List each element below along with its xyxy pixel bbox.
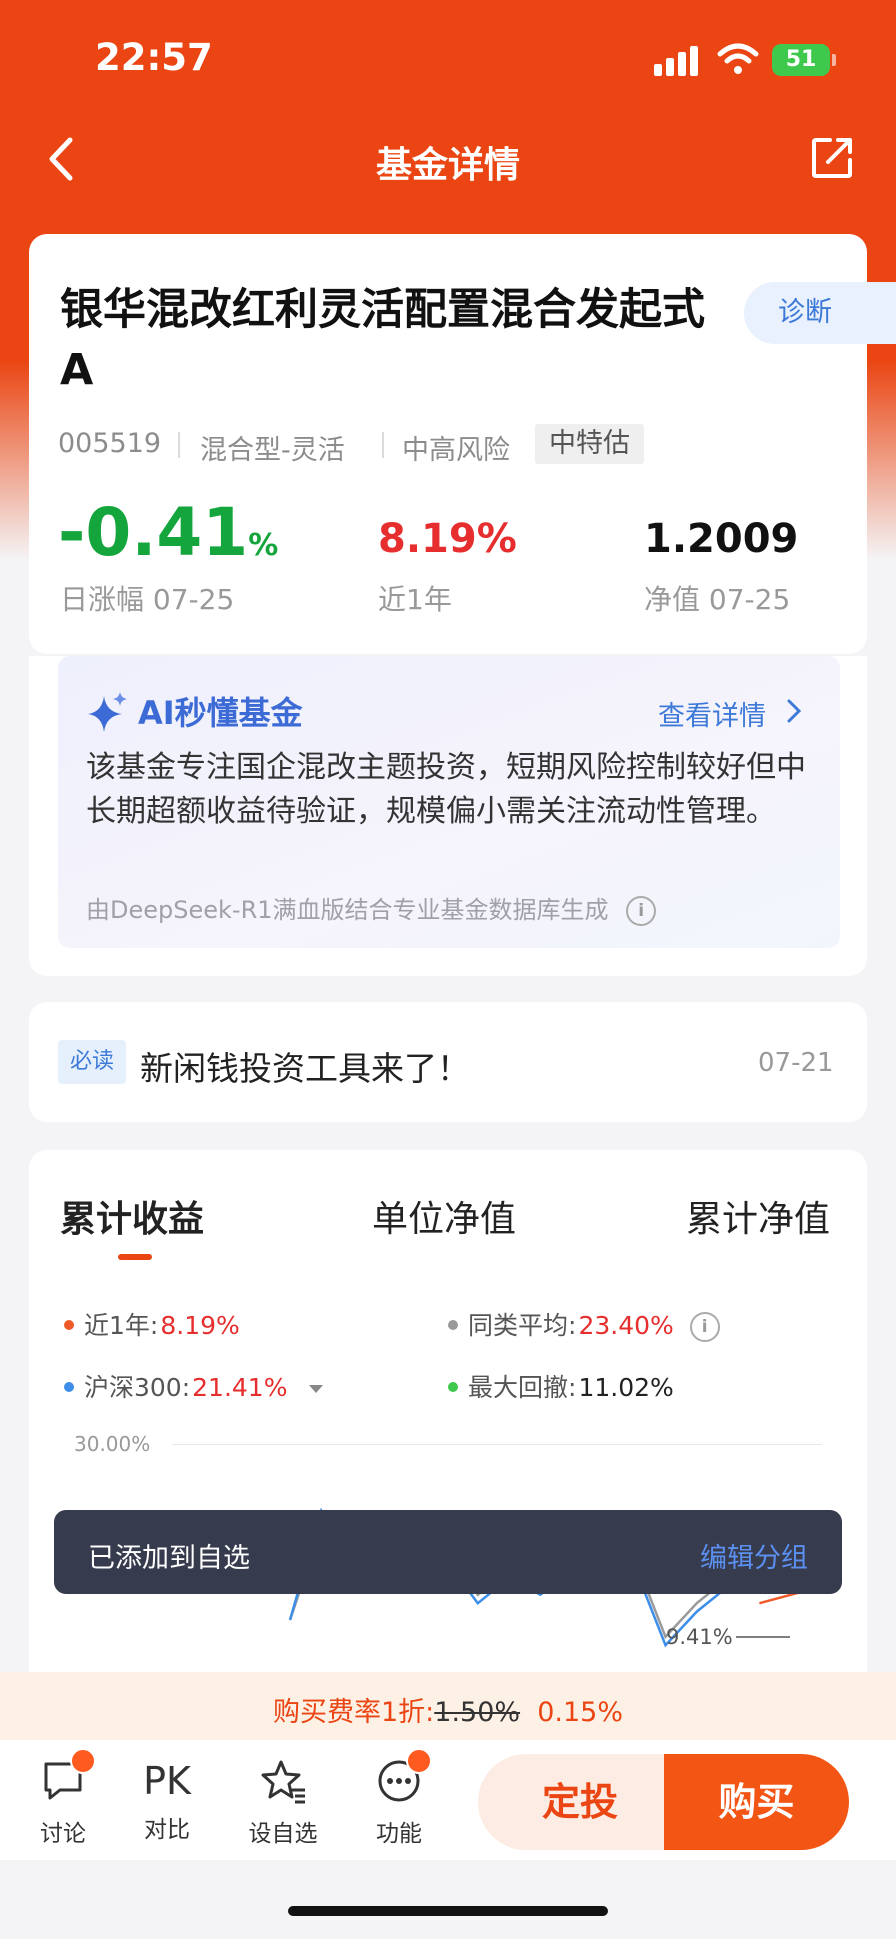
nav-value: 1.2009 [644,516,799,562]
daily-change-label: 日涨幅 07-25 [60,583,235,616]
caret-down-icon[interactable] [309,1385,324,1393]
year-return-label: 近1年 [378,583,452,616]
ai-summary-title: AI秒懂基金 [138,694,303,732]
must-read-badge: 必读 [58,1040,126,1084]
notification-dot [70,1748,96,1774]
ai-summary-footer: 由DeepSeek-R1满血版结合专业基金数据库生成 i [86,890,657,926]
buy-button[interactable]: 购买 [664,1754,849,1850]
notice-date: 07-21 [758,1048,834,1078]
fund-tag[interactable]: 中特估 [535,424,644,464]
notice-text[interactable]: 新闲钱投资工具来了！ [140,1042,470,1090]
edit-group-link[interactable]: 编辑分组 [700,1536,808,1575]
ai-summary-text: 该基金专注国企混改主题投资，短期风险控制较好但中长期超额收益待验证，规模偏小需关… [86,750,806,829]
discuss-label: 讨论 [40,1821,86,1847]
nav-label: 净值 07-25 [644,583,791,616]
fund-type: 混合型-灵活 [200,435,345,466]
daily-change: -0.41% [58,494,279,571]
star-icon [261,1760,305,1804]
battery-nub [832,54,836,66]
battery-icon: 51 [772,44,830,76]
ai-details-link[interactable]: 查看详情 [658,694,766,733]
compare-button[interactable]: PK 对比 [122,1758,212,1844]
fund-code: 005519 [58,428,162,459]
sparkle-icon [88,692,127,732]
share-icon[interactable] [810,136,854,180]
cellular-signal-icon [654,46,700,76]
legend-item-max-drawdown: 最大回撤:11.02% [448,1368,674,1404]
legend-dot [64,1382,74,1392]
tab-cumulative-nav[interactable]: 累计净值 [686,1190,830,1242]
chevron-right-icon [787,699,802,723]
year-return: 8.19% [378,516,517,562]
pk-icon: PK [143,1759,191,1803]
legend-dot [64,1320,74,1330]
watchlist-label: 设自选 [248,1821,318,1847]
legend-item-csi300[interactable]: 沪深300:21.41% [64,1368,324,1404]
status-time: 22:57 [95,36,213,79]
tab-unit-nav[interactable]: 单位净值 [372,1190,516,1242]
discuss-button[interactable]: 讨论 [18,1758,108,1848]
page-title: 基金详情 [375,145,520,186]
info-icon[interactable]: i [689,1312,720,1342]
function-button[interactable]: 功能 [354,1758,444,1848]
tab-cumulative-return[interactable]: 累计收益 [60,1190,204,1242]
end-value-label: 9.41% [666,1625,733,1649]
function-label: 功能 [376,1821,422,1847]
toast-text: 已添加到自选 [88,1543,250,1574]
notification-dot [406,1748,432,1774]
tab-indicator [118,1254,152,1260]
legend-item-peer-avg: 同类平均:23.40% i [448,1306,720,1342]
auto-invest-button[interactable]: 定投 [478,1754,682,1850]
divider [382,432,384,458]
fund-name: 银华混改红利灵活配置混合发起式A [60,285,705,395]
compare-label: 对比 [144,1817,190,1843]
legend-item-1y: 近1年:8.19% [64,1306,240,1342]
legend-dot [448,1320,458,1330]
home-indicator[interactable] [288,1906,608,1916]
wifi-icon [717,43,759,74]
add-watchlist-button[interactable]: 设自选 [238,1758,328,1848]
fund-risk: 中高风险 [402,435,510,466]
diagnose-button[interactable]: 诊断 [744,282,896,344]
divider [178,432,180,458]
info-icon[interactable]: i [626,896,657,926]
legend-dot [448,1382,458,1392]
fee-text: 购买费率1折:1.50% 0.15% [272,1697,623,1728]
